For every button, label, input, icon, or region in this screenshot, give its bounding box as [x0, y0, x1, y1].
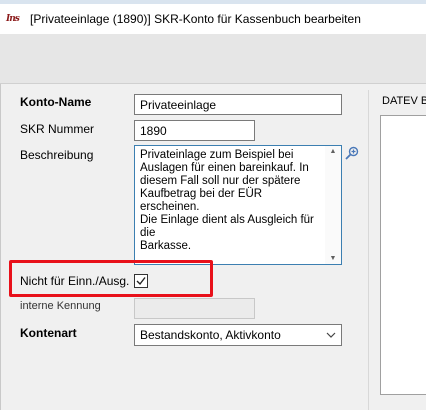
scroll-down-arrow-icon[interactable]: ▼ [328, 255, 338, 262]
magnifier-plus-icon[interactable] [345, 146, 359, 160]
beschreibung-scrollbar[interactable]: ▲ ▼ [325, 146, 341, 264]
kontenart-label: Kontenart [20, 326, 77, 340]
kontenart-selected-value: Bestandskonto, Aktivkonto [140, 328, 281, 342]
konto-name-input[interactable]: Privateeinlage [134, 94, 342, 115]
skr-nummer-input[interactable]: 1890 [134, 120, 255, 141]
beschreibung-textarea[interactable]: Privateinlage zum Beispiel bei Auslagen … [134, 145, 342, 265]
kontenart-select[interactable]: Bestandskonto, Aktivkonto [134, 324, 342, 346]
toolbar-area [0, 34, 426, 84]
datev-list[interactable] [380, 115, 426, 395]
skr-nummer-label: SKR Nummer [20, 122, 95, 136]
datev-panel: DATEV B [372, 90, 426, 410]
interne-kennung-label: interne Kennung [20, 300, 101, 312]
panel-divider [368, 90, 369, 410]
datev-panel-title: DATEV B [382, 95, 426, 107]
beschreibung-text: Privateinlage zum Beispiel bei Auslagen … [140, 149, 314, 252]
konto-name-label: Konto-Name [20, 95, 92, 109]
title-bar: Ins [Privateeinlage (1890)] SKR-Konto fü… [0, 4, 426, 34]
highlight-annotation [9, 260, 213, 297]
window-title: [Privateeinlage (1890)] SKR-Konto für Ka… [30, 12, 361, 26]
scroll-up-arrow-icon[interactable]: ▲ [328, 148, 338, 155]
interne-kennung-input [134, 298, 255, 319]
beschreibung-label: Beschreibung [20, 148, 94, 162]
chevron-down-icon [326, 332, 336, 338]
app-logo-icon: Ins [6, 14, 20, 24]
